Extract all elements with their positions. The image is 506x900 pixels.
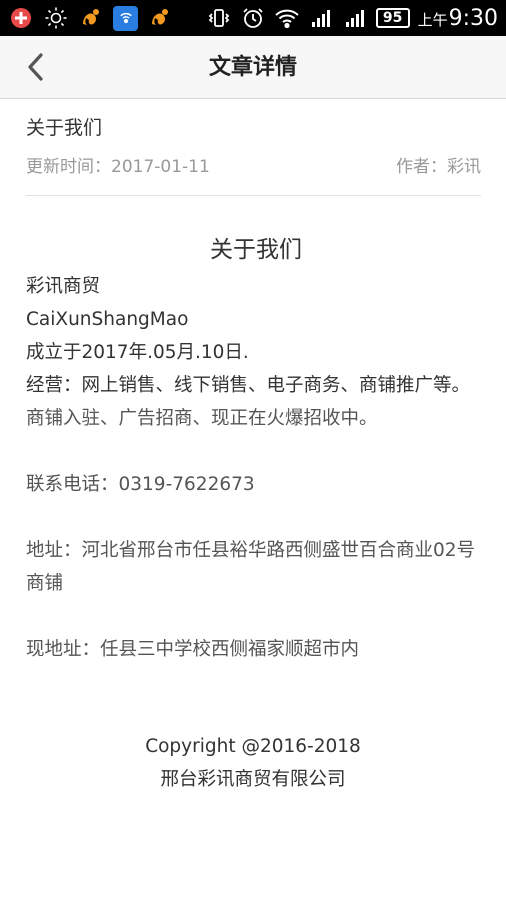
brightness-icon [43,5,69,31]
article-body: 关于我们 彩讯商贸 CaiXunShangMao 成立于2017年.05月.10… [26,230,486,666]
alarm-icon [240,5,266,31]
article-header: 关于我们 更新时间：2017-01-11 作者：彩讯 [26,112,481,180]
page-title: 文章详情 [208,55,297,80]
signal-icon [342,5,368,31]
uc-browser-icon [78,5,104,31]
address-line: 地址：河北省邢台市任县裕华路西侧盛世百合商业02号商铺 [26,540,476,594]
content-heading: 关于我们 [210,237,302,263]
clock-time: 9:30 [448,5,498,31]
company-footer-name: 邢台彩讯商贸有限公司 [160,769,346,790]
wifi-share-icon [113,5,138,31]
footer: Copyright @2016-2018 邢台彩讯商贸有限公司 [0,730,506,796]
article-title: 关于我们 [26,117,103,139]
recruit-line: 商铺入驻、广告招商、现正在火爆招收中。 [26,408,378,429]
company-pinyin-line: CaiXunShangMao [26,309,189,330]
signal-icon [308,5,334,31]
business-line: 经营：网上销售、线下销售、电子商务、商铺推广等。 [26,375,471,396]
clock: 上午9:30 [418,6,498,31]
current-address-line: 现地址：任县三中学校西侧福家顺超市内 [26,639,360,660]
chevron-left-icon [28,53,43,81]
status-bar-right: 95 上午9:30 [206,5,498,31]
founded-line: 成立于2017年.05月.10日. [26,342,249,363]
phone-line: 联系电话：0319-7622673 [26,474,255,495]
wifi-icon [274,5,300,31]
nav-bar: 文章详情 [0,36,506,99]
status-bar-left [8,5,173,31]
battery-level: 95 [382,10,403,26]
author: 作者：彩讯 [396,157,481,177]
clock-ampm: 上午 [417,10,448,29]
status-bar: 95 上午9:30 [0,0,506,36]
article-meta: 更新时间：2017-01-11 作者：彩讯 [26,154,481,180]
divider [26,195,481,196]
add-circle-icon [8,5,34,31]
back-button[interactable] [18,48,54,86]
update-time: 更新时间：2017-01-11 [26,157,210,177]
company-name-line: 彩讯商贸 [26,276,101,297]
battery-icon: 95 [375,8,410,28]
copyright-text: Copyright @2016-2018 [145,736,361,757]
uc-browser-icon [147,5,173,31]
vibrate-icon [206,5,232,31]
